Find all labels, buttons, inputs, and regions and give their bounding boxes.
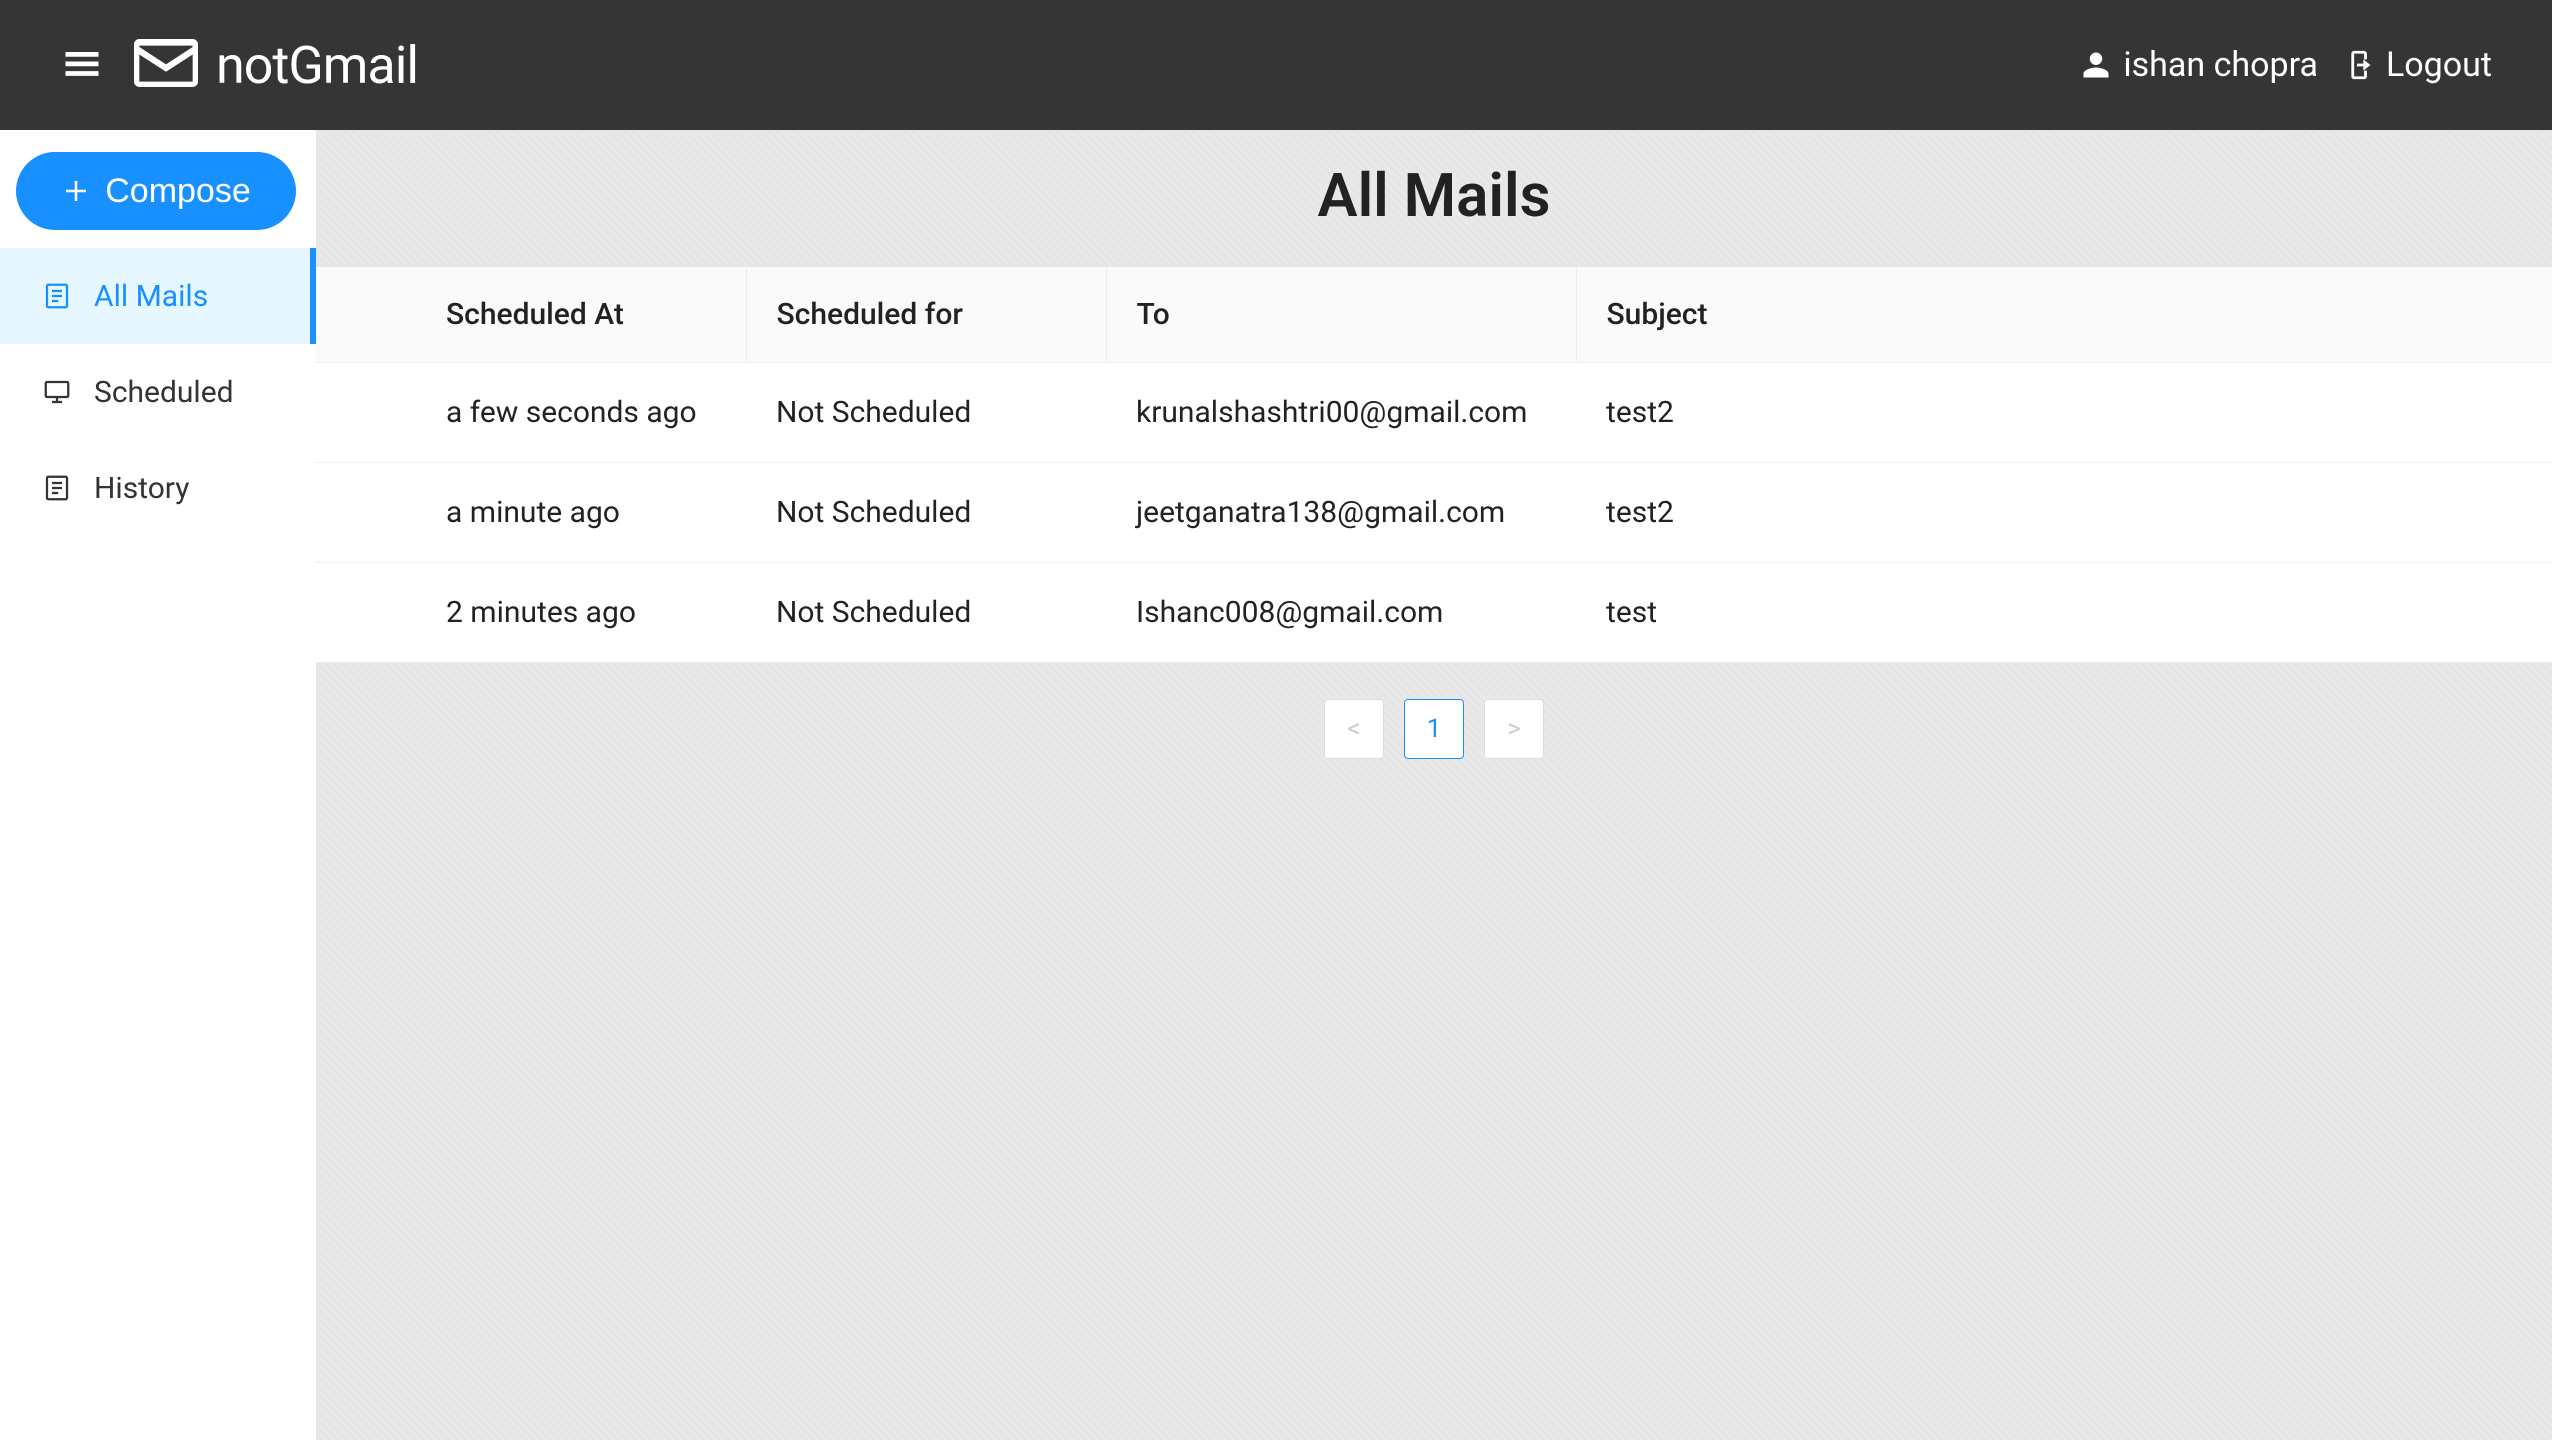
pagination-next[interactable]: >	[1484, 699, 1544, 759]
col-to[interactable]: To	[1106, 267, 1576, 363]
compose-label: Compose	[105, 172, 251, 211]
cell-scheduled_for: Not Scheduled	[746, 463, 1106, 563]
cell-subject: test2	[1576, 363, 2552, 463]
cell-subject: test	[1576, 563, 2552, 663]
sidebar-item-label: History	[94, 471, 189, 506]
col-scheduled-at[interactable]: Scheduled At	[316, 267, 746, 363]
table-row[interactable]: a few seconds agoNot Scheduledkrunalshas…	[316, 363, 2552, 463]
logout-label: Logout	[2386, 45, 2492, 85]
cell-to: krunalshashtri00@gmail.com	[1106, 363, 1576, 463]
pagination-prev[interactable]: <	[1324, 699, 1384, 759]
table-row[interactable]: a minute agoNot Scheduledjeetganatra138@…	[316, 463, 2552, 563]
nav-list: All Mails Scheduled History	[0, 248, 316, 536]
user-menu[interactable]: ishan chopra	[2081, 45, 2318, 85]
pagination-page-1[interactable]: 1	[1404, 699, 1464, 759]
envelope-icon	[134, 39, 198, 91]
table-row[interactable]: 2 minutes agoNot ScheduledIshanc008@gmai…	[316, 563, 2552, 663]
cell-scheduled_at: a few seconds ago	[316, 363, 746, 463]
app-name: notGmail	[216, 35, 418, 96]
cell-scheduled_at: 2 minutes ago	[316, 563, 746, 663]
col-scheduled-for[interactable]: Scheduled for	[746, 267, 1106, 363]
header-left: notGmail	[60, 35, 418, 96]
sidebar-item-all-mails[interactable]: All Mails	[0, 248, 316, 344]
cell-scheduled_for: Not Scheduled	[746, 363, 1106, 463]
cell-to: jeetganatra138@gmail.com	[1106, 463, 1576, 563]
table-header-row: Scheduled At Scheduled for To Subject	[316, 267, 2552, 363]
cell-scheduled_at: a minute ago	[316, 463, 746, 563]
mails-table-wrap: Scheduled At Scheduled for To Subject a …	[316, 267, 2552, 663]
user-icon	[2081, 50, 2111, 80]
sidebar-item-scheduled[interactable]: Scheduled	[0, 344, 316, 440]
header-right: ishan chopra Logout	[2081, 45, 2492, 85]
sidebar-item-label: All Mails	[94, 279, 208, 314]
list-doc-icon	[42, 281, 72, 311]
monitor-icon	[42, 377, 72, 407]
logout-icon	[2340, 48, 2374, 82]
list-doc-icon	[42, 473, 72, 503]
logout-button[interactable]: Logout	[2340, 45, 2492, 85]
mails-table: Scheduled At Scheduled for To Subject a …	[316, 267, 2552, 663]
col-subject[interactable]: Subject	[1576, 267, 2552, 363]
hamburger-icon	[60, 41, 104, 85]
pagination: < 1 >	[316, 663, 2552, 795]
app-header: notGmail ishan chopra Logout	[0, 0, 2552, 130]
page-title: All Mails	[316, 130, 2552, 267]
main-content: All Mails Scheduled At Scheduled for To …	[316, 130, 2552, 1440]
sidebar: Compose All Mails Scheduled History	[0, 130, 316, 1440]
app-logo[interactable]: notGmail	[134, 35, 418, 96]
username-label: ishan chopra	[2123, 45, 2318, 85]
sidebar-item-history[interactable]: History	[0, 440, 316, 536]
cell-to: Ishanc008@gmail.com	[1106, 563, 1576, 663]
cell-scheduled_for: Not Scheduled	[746, 563, 1106, 663]
compose-button[interactable]: Compose	[16, 152, 296, 230]
plus-icon	[61, 176, 91, 206]
sidebar-item-label: Scheduled	[94, 375, 234, 410]
cell-subject: test2	[1576, 463, 2552, 563]
menu-toggle-button[interactable]	[60, 41, 104, 89]
